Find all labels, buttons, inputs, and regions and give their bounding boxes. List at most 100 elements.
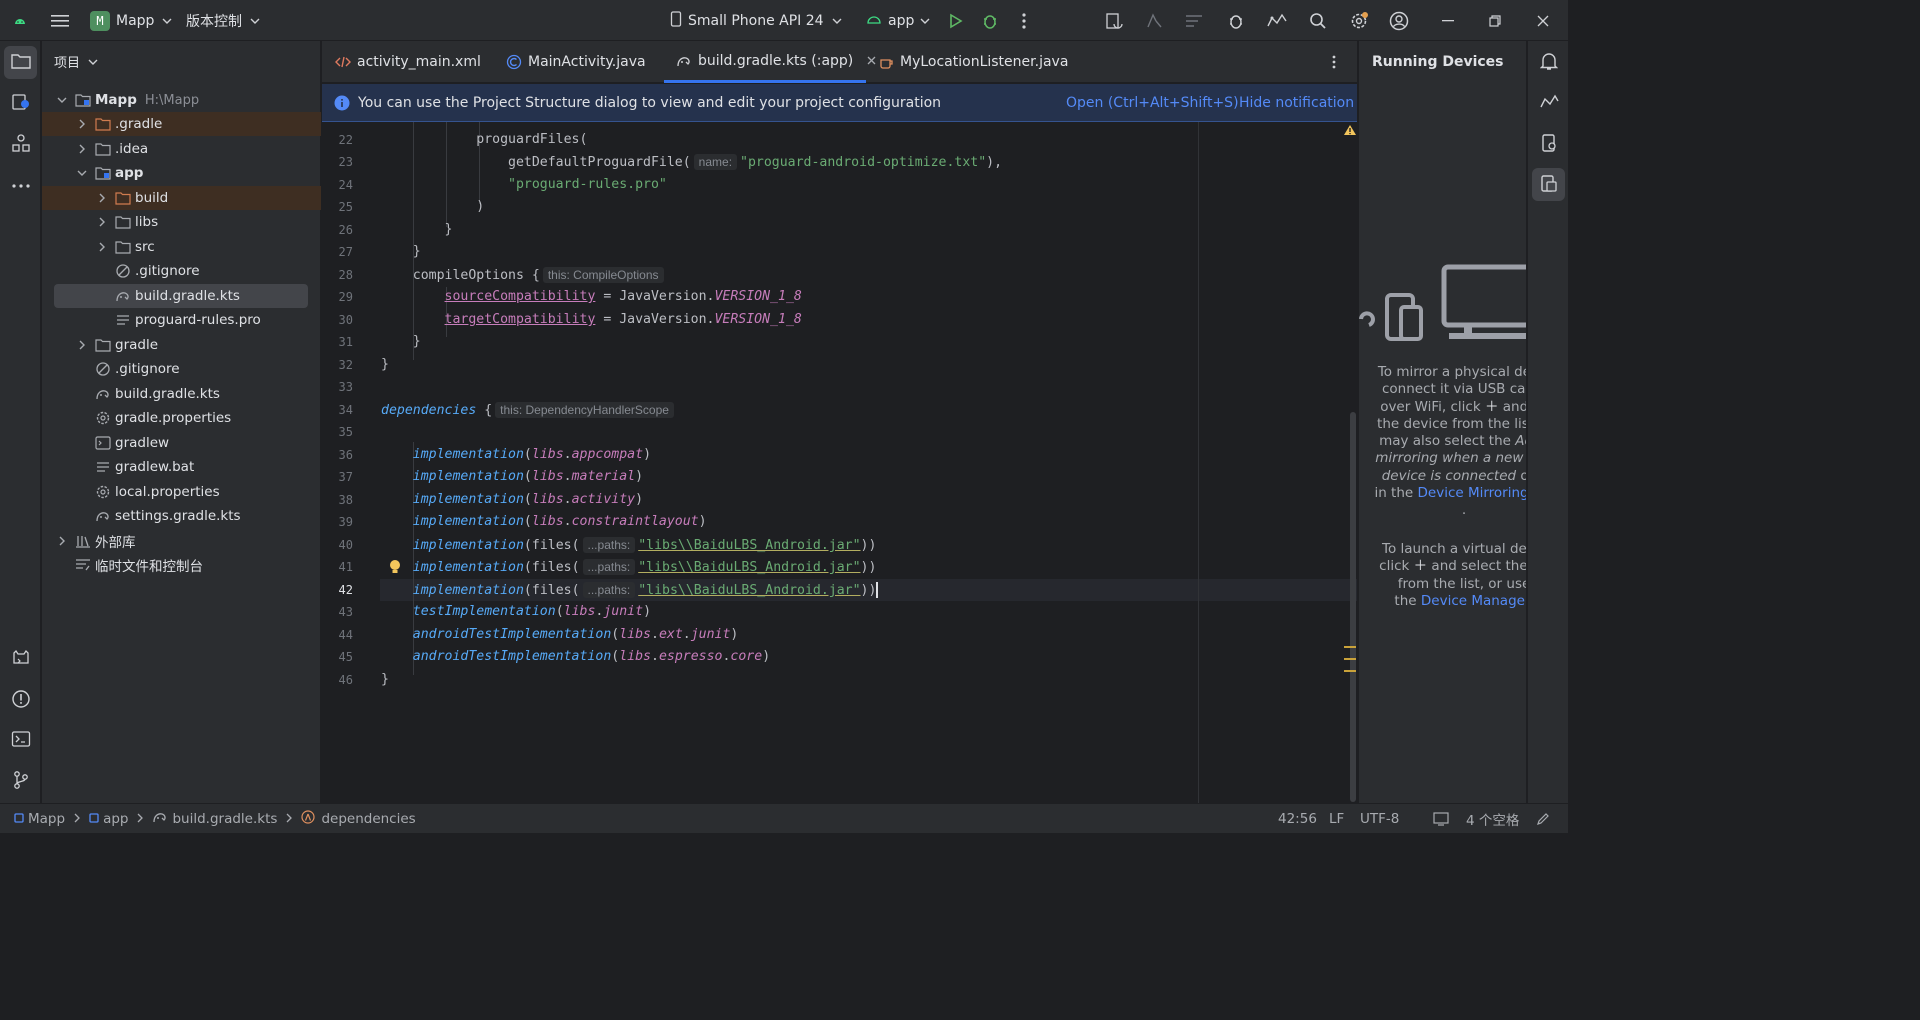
resource-manager-button[interactable] (4, 87, 37, 120)
notifications-tool-button[interactable] (1532, 46, 1565, 79)
structure-tool-button[interactable] (4, 128, 37, 161)
tree-item-root-gitignore[interactable]: .gitignore (42, 357, 321, 381)
tree-item-proguard[interactable]: proguard-rules.pro (42, 308, 321, 332)
tree-item-gradlew-bat[interactable]: gradlew.bat (42, 455, 321, 479)
folder-icon (95, 337, 111, 353)
warning-icon[interactable] (1343, 124, 1357, 140)
sync-gradle-icon[interactable] (1104, 0, 1124, 41)
code-line: compileOptions {this: CompileOptions (381, 264, 667, 286)
more-actions-icon[interactable] (1016, 0, 1032, 41)
open-project-structure-link[interactable]: Open (Ctrl+Alt+Shift+S) (1066, 95, 1239, 111)
module-folder-icon (95, 165, 111, 181)
tab-mainactivity-java[interactable]: MainActivity.java (506, 41, 646, 83)
running-devices-tool-button[interactable] (1532, 168, 1565, 201)
shell-script-icon (95, 435, 111, 451)
attach-debugger-icon[interactable] (1226, 0, 1246, 41)
tree-item-gradle-folder[interactable]: gradle (42, 333, 321, 357)
vcs-menu[interactable]: 版本控制 (186, 0, 260, 41)
tab-options-icon[interactable] (1332, 41, 1336, 83)
restore-icon[interactable] (1487, 0, 1503, 41)
error-stripe-marker[interactable] (1344, 646, 1356, 648)
code-token: = JavaVersion. (595, 312, 715, 327)
search-icon[interactable] (1308, 0, 1328, 41)
logcat-tool-button[interactable] (4, 643, 37, 676)
code-token: implementation (412, 538, 524, 553)
code-token: files( (531, 538, 580, 553)
text-line: mirroring when a new phy (1375, 450, 1526, 467)
line-number: 35 (338, 425, 353, 439)
code-token: } (412, 244, 421, 259)
project-selector[interactable]: M Mapp (90, 0, 172, 41)
text-run: Activ (1515, 433, 1526, 450)
tree-item-mapp[interactable]: Mapp H:\Mapp (42, 88, 321, 112)
excluded-folder-icon (95, 116, 111, 132)
caret-position[interactable]: 42:56 (1278, 804, 1317, 833)
text-line: connect it via USB cable (1381, 381, 1526, 398)
device-explorer-tool-button[interactable] (1532, 128, 1565, 161)
tree-item-app-build-gradle[interactable]: build.gradle.kts (54, 284, 308, 308)
minimize-icon[interactable] (1440, 0, 1456, 41)
indent-setting[interactable]: 4 个空格 (1466, 804, 1519, 833)
tree-item-src[interactable]: src (42, 235, 321, 259)
account-icon[interactable] (1388, 0, 1410, 41)
git-tool-button[interactable] (4, 765, 37, 798)
breadcrumb-item[interactable]: app (103, 811, 128, 827)
code-token: } (381, 672, 389, 687)
tree-item-external-libraries[interactable]: 外部库 (42, 529, 321, 553)
hide-notification-link[interactable]: Hide notification (1239, 95, 1354, 111)
tree-item-settings-gradle[interactable]: settings.gradle.kts (42, 504, 321, 528)
tab-mylocationlistener-java[interactable]: MyLocationListener.java (878, 41, 1068, 83)
main-menu-icon[interactable] (50, 0, 70, 41)
tree-item-gradle-properties[interactable]: gradle.properties (42, 406, 321, 430)
device-manager-icon[interactable] (1266, 0, 1288, 41)
line-number: 37 (338, 470, 353, 484)
tab-build-gradle-app[interactable]: build.gradle.kts (:app) (664, 41, 876, 83)
line-ending[interactable]: LF (1329, 804, 1344, 833)
code-editor[interactable]: 22 23 24 25 26 27 28 29 30 31 32 33 34 3… (322, 122, 1357, 803)
edit-lock-icon[interactable] (1536, 804, 1550, 833)
debug-icon[interactable] (980, 0, 1000, 41)
tree-item-gradlew[interactable]: gradlew (42, 431, 321, 455)
tree-item-scratches[interactable]: 临时文件和控制台 (42, 553, 321, 577)
run-config-selector[interactable]: app (866, 0, 930, 41)
breadcrumb-item[interactable]: build.gradle.kts (172, 811, 277, 827)
editor-scrollbar-thumb[interactable] (1350, 412, 1356, 802)
device-manager-tool-button[interactable] (1532, 87, 1565, 120)
error-stripe-marker[interactable] (1344, 670, 1356, 672)
readonly-toggle-icon[interactable] (1433, 804, 1449, 833)
device-selector[interactable]: Small Phone API 24 (670, 0, 842, 41)
file-encoding[interactable]: UTF-8 (1360, 804, 1399, 833)
error-stripe-marker[interactable] (1344, 658, 1356, 660)
gradle-file-icon (115, 288, 131, 304)
profiler-icon[interactable] (1184, 0, 1204, 41)
tab-activity-main-xml[interactable]: activity_main.xml (335, 41, 481, 83)
settings-icon[interactable] (1348, 0, 1370, 41)
tree-item-app-gitignore[interactable]: .gitignore (42, 259, 321, 283)
inlay-hint: this: DependencyHandlerScope (495, 402, 674, 418)
breadcrumb-item[interactable]: dependencies (321, 811, 415, 827)
device-manager-link[interactable]: Device Manager (1421, 593, 1526, 609)
tree-item-gradle-dir[interactable]: .gradle (42, 112, 321, 136)
run-icon[interactable] (946, 0, 966, 41)
tree-item-app[interactable]: app (42, 161, 321, 185)
terminal-tool-button[interactable] (4, 724, 37, 757)
tree-item-libs[interactable]: libs (42, 210, 321, 234)
tree-item-local-properties[interactable]: local.properties (42, 480, 321, 504)
line-number: 43 (338, 605, 353, 619)
project-view-selector[interactable]: 项目 (54, 52, 98, 71)
breadcrumb-item[interactable]: Mapp (28, 811, 65, 827)
tree-item-idea[interactable]: .idea (42, 137, 321, 161)
tree-item-root-build-gradle[interactable]: build.gradle.kts (42, 382, 321, 406)
line-number: 45 (338, 650, 353, 664)
problems-tool-button[interactable] (4, 684, 37, 717)
tree-item-label: src (135, 239, 155, 255)
tree-item-build[interactable]: build (42, 186, 321, 210)
running-devices-icon (1540, 173, 1558, 197)
more-tools-button[interactable] (4, 168, 37, 201)
device-mirroring-settings-link[interactable]: Device Mirroring set (1418, 485, 1527, 501)
apply-changes-icon[interactable] (1144, 0, 1164, 41)
tab-label: build.gradle.kts (:app) (698, 52, 854, 69)
close-window-icon[interactable] (1535, 0, 1551, 41)
close-tab-icon[interactable] (867, 53, 876, 69)
project-tool-button[interactable] (4, 46, 37, 79)
